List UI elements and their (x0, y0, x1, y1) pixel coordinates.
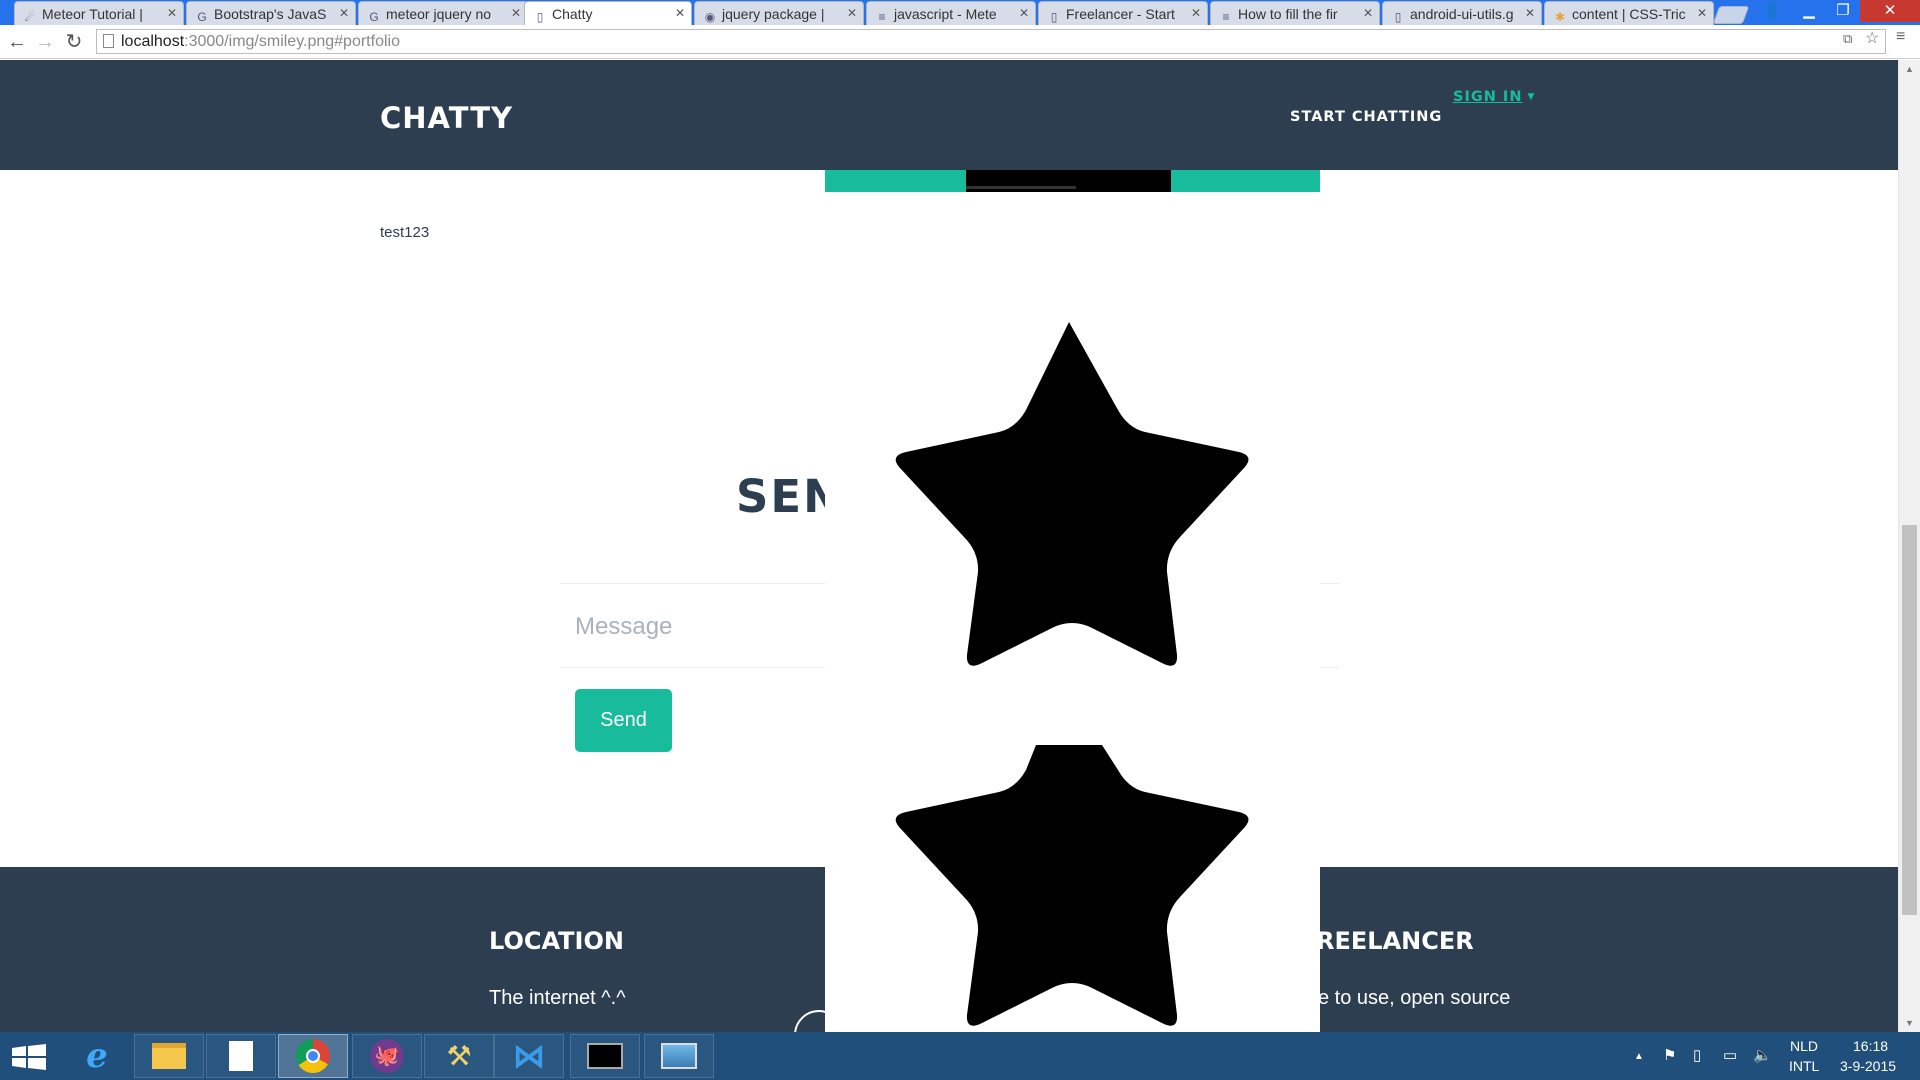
atmosphere-icon: ◉ (704, 10, 716, 24)
browser-tab[interactable]: ≡ How to fill the fir ✕ (1210, 1, 1380, 25)
star-icon (895, 322, 1249, 666)
nav-start-chatting[interactable]: START CHATTING (1290, 109, 1442, 125)
windows-start-icon[interactable] (12, 1044, 46, 1070)
reload-icon[interactable]: ↻ (62, 30, 86, 54)
browser-tab[interactable]: G Bootstrap's JavaS ✕ (186, 1, 356, 25)
chrome-icon[interactable] (278, 1034, 348, 1078)
file-explorer-icon[interactable] (134, 1034, 204, 1078)
footer-freelancer-text: e to use, open source (1318, 987, 1511, 1009)
page-icon: ▯ (1394, 10, 1402, 24)
csstricks-icon: ✱ (1554, 10, 1566, 24)
close-icon[interactable]: ✕ (1363, 6, 1373, 20)
star-icon (895, 745, 1249, 1026)
restore-button[interactable]: ❐ (1826, 0, 1860, 22)
tab-title: content | CSS-Tric (1572, 6, 1686, 22)
close-icon[interactable]: ✕ (847, 6, 857, 20)
sign-in-label: SIGN IN (1453, 89, 1523, 105)
image-canvas (825, 170, 1320, 1026)
browser-tab[interactable]: Gmeteor jquery no ✕ (358, 1, 528, 25)
google-icon: G (197, 10, 207, 24)
menu-icon[interactable]: ≡ (1896, 28, 1905, 46)
footer-freelancer-heading: REELANCER (1316, 927, 1474, 955)
scroll-down-icon[interactable]: ▼ (1899, 1014, 1920, 1032)
close-icon[interactable]: ✕ (1019, 6, 1029, 20)
tab-title: How to fill the fir (1238, 6, 1338, 22)
new-tab-button[interactable] (1712, 6, 1750, 24)
action-center-flag-icon[interactable]: ⚑ (1663, 1046, 1676, 1064)
page-icon: ▯ (1050, 10, 1058, 24)
send-button[interactable]: Send (575, 689, 672, 752)
tab-title: Bootstrap's JavaS (214, 6, 327, 22)
close-icon[interactable]: ✕ (1191, 6, 1201, 20)
user-profile-icon[interactable]: 👤 (1758, 0, 1786, 22)
minimize-button[interactable]: ▁ (1792, 0, 1826, 22)
site-navbar: CHATTY START CHATTING SIGN IN ▼ (0, 60, 1898, 170)
tab-title: meteor jquery no (386, 6, 492, 22)
site-brand[interactable]: CHATTY (380, 101, 513, 135)
network-icon[interactable]: ▭ (1723, 1046, 1737, 1064)
tab-title: jquery package | (722, 6, 825, 22)
tab-title: Meteor Tutorial | (42, 6, 143, 22)
close-icon[interactable]: ✕ (511, 6, 521, 20)
tab-title: javascript - Mete (894, 6, 997, 22)
device-icon[interactable]: ▯ (1693, 1046, 1701, 1064)
browser-tab[interactable]: ≡ javascript - Mete ✕ (866, 1, 1036, 25)
notepad-icon[interactable] (206, 1034, 276, 1078)
browser-tab[interactable]: ◉ jquery package | ✕ (694, 1, 864, 25)
tab-title: Freelancer - Start (1066, 6, 1175, 22)
browser-tab[interactable]: ▯ Freelancer - Start ✕ (1038, 1, 1208, 25)
browser-tab-active[interactable]: ▯ Chatty ✕ (524, 1, 692, 25)
forward-arrow-icon[interactable]: → (33, 30, 57, 54)
url-path: :3000/img/smiley.png#portfolio (184, 33, 400, 50)
input-language[interactable]: NLD (1790, 1038, 1818, 1054)
username-text: test123 (380, 224, 430, 241)
github-icon[interactable]: 🐙 (352, 1034, 422, 1078)
close-icon[interactable]: ✕ (675, 6, 685, 20)
keyboard-layout[interactable]: INTL (1789, 1058, 1819, 1074)
caret-down-icon: ▼ (1527, 92, 1536, 102)
stackoverflow-icon: ≡ (1222, 10, 1230, 24)
windows-taskbar: e 🐙 ⚒ ⋈ ▲ ⚑ ▯ ▭ 🔈 NLD INTL 16:18 3-9-201… (0, 1032, 1920, 1080)
close-icon[interactable]: ✕ (1697, 6, 1707, 20)
footer-location-heading: LOCATION (489, 927, 624, 955)
image-overlay (825, 170, 1320, 1032)
browser-tab[interactable]: ☄ Meteor Tutorial | ✕ (14, 1, 184, 25)
url-host: localhost (121, 33, 185, 50)
visual-studio-icon[interactable]: ⋈ (494, 1034, 564, 1078)
page-icon: ▯ (536, 10, 544, 24)
back-arrow-icon[interactable]: ← (5, 30, 29, 54)
clock-date[interactable]: 3-9-2015 (1840, 1058, 1896, 1074)
address-bar[interactable]: localhost:3000/img/smiley.png#portfolio (96, 29, 1886, 54)
close-icon[interactable]: ✕ (1525, 6, 1535, 20)
page-scrollbar[interactable]: ▲ ▼ (1898, 60, 1920, 1032)
volume-icon[interactable]: 🔈 (1753, 1046, 1772, 1064)
clock-time[interactable]: 16:18 (1853, 1038, 1888, 1054)
browser-toolbar: ← → ↻ localhost:3000/img/smiley.png#port… (0, 25, 1920, 59)
nav-sign-in[interactable]: SIGN IN ▼ (1453, 89, 1535, 105)
bookmark-star-icon[interactable]: ☆ (1865, 28, 1879, 48)
dark-block-line (966, 186, 1076, 189)
internet-explorer-icon[interactable]: e (62, 1034, 132, 1078)
page-viewport: CHATTY START CHATTING SIGN IN ▼ test123 S… (0, 60, 1898, 1032)
tab-title: android-ui-utils.g (1410, 6, 1514, 22)
scroll-up-icon[interactable]: ▲ (1899, 60, 1920, 78)
close-icon[interactable]: ✕ (339, 6, 349, 20)
show-hidden-icons-icon[interactable]: ▲ (1634, 1051, 1644, 1062)
tools-icon[interactable]: ⚒ (424, 1034, 494, 1078)
stackoverflow-icon: ≡ (878, 10, 886, 24)
google-icon: G (369, 10, 379, 24)
command-prompt-icon[interactable] (570, 1034, 640, 1078)
page-icon (103, 34, 114, 48)
meteor-icon: ☄ (24, 10, 36, 24)
close-icon[interactable]: ✕ (167, 6, 177, 20)
footer-location-text: The internet ^.^ (489, 987, 626, 1009)
browser-tabstrip: ☄ Meteor Tutorial | ✕ G Bootstrap's JavaS … (0, 0, 1920, 25)
close-window-button[interactable]: ✕ (1860, 0, 1920, 22)
browser-tab[interactable]: ▯ android-ui-utils.g ✕ (1382, 1, 1542, 25)
tab-title: Chatty (552, 6, 593, 22)
browser-tab[interactable]: ✱ content | CSS-Tric ✕ (1544, 1, 1714, 25)
translate-icon[interactable]: ⧉ (1843, 31, 1852, 47)
image-viewer-icon[interactable] (644, 1034, 714, 1078)
scrollbar-thumb[interactable] (1902, 525, 1917, 915)
